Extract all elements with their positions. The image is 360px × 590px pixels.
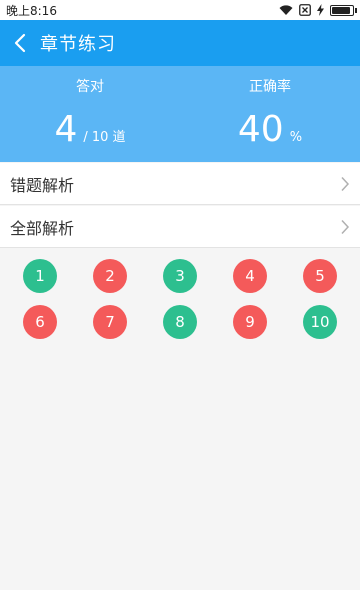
accuracy-suffix: % [289,130,303,145]
question-4-button[interactable]: 4 [233,259,267,293]
status-icons [279,4,357,16]
question-7-button[interactable]: 7 [93,305,127,339]
question-10-button[interactable]: 10 [303,305,337,339]
back-button[interactable] [0,20,40,66]
all-analysis-label: 全部解析 [10,218,75,238]
correct-suffix: / 10 道 [83,130,126,145]
chevron-right-icon [341,219,350,234]
app-bar: 章节练习 [0,20,360,66]
all-analysis-row[interactable]: 全部解析 [0,206,360,248]
sim-no-signal-icon [299,4,311,16]
question-2-button[interactable]: 2 [93,259,127,293]
status-time: 晚上8:16 [6,3,57,18]
score-summary: 答对 4 / 10 道 正确率 40 % [0,66,360,162]
chevron-right-icon [341,176,350,191]
accuracy-value: 40 [237,109,284,150]
correct-value: 4 [54,109,78,150]
question-8-button[interactable]: 8 [163,305,197,339]
accuracy-value-row: 40 % [238,112,302,148]
wrong-analysis-row[interactable]: 错题解析 [0,163,360,205]
question-6-button[interactable]: 6 [23,305,57,339]
question-1-button[interactable]: 1 [23,259,57,293]
charging-bolt-icon [317,4,324,16]
page-title: 章节练习 [40,34,116,55]
question-3-button[interactable]: 3 [163,259,197,293]
battery-icon [330,4,357,16]
question-5-button[interactable]: 5 [303,259,337,293]
accuracy-label: 正确率 [249,79,291,95]
status-bar: 晚上8:16 [0,0,360,20]
wrong-analysis-label: 错题解析 [10,175,75,195]
battery-level [332,6,350,14]
correct-value-row: 4 / 10 道 [54,112,125,148]
question-grid: 1 2 3 4 5 6 7 8 9 10 [0,249,360,590]
correct-label: 答对 [76,79,104,95]
chevron-left-icon [14,33,26,53]
wifi-icon [279,4,293,16]
accuracy-panel: 正确率 40 % [180,66,360,162]
correct-count-panel: 答对 4 / 10 道 [0,66,180,162]
question-9-button[interactable]: 9 [233,305,267,339]
